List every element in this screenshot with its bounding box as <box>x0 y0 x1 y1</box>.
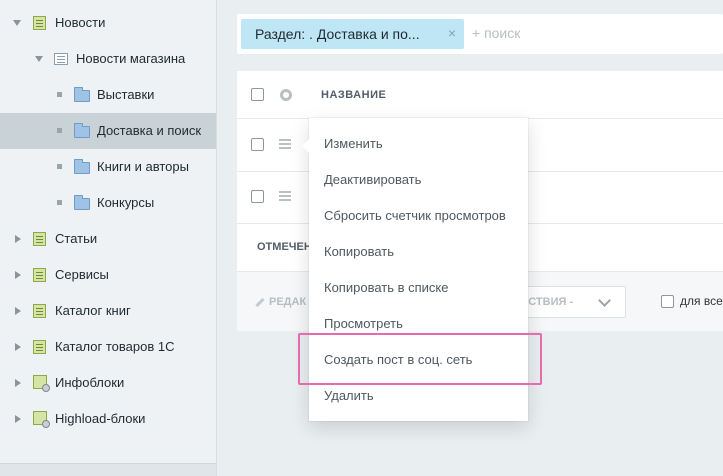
menu-item-reset-views[interactable]: Сбросить счетчик просмотров <box>324 208 506 223</box>
row-context-menu: Изменить Деактивировать Сбросить счетчик… <box>302 118 528 421</box>
sidebar-item-contests[interactable]: Конкурсы <box>0 185 216 221</box>
sidebar: Новости Новости магазина Выставки Достав… <box>0 0 217 476</box>
search-input[interactable]: + поиск <box>472 25 520 41</box>
sidebar-item-shop-news[interactable]: Новости магазина <box>0 41 216 77</box>
filter-bar: Раздел: . Доставка и по... × + поиск <box>237 14 723 54</box>
select-all-checkbox[interactable] <box>251 88 264 101</box>
sidebar-item-1c-catalog[interactable]: Каталог товаров 1С <box>0 329 216 365</box>
sidebar-item-label: Инфоблоки <box>55 375 125 390</box>
sidebar-item-services[interactable]: Сервисы <box>0 257 216 293</box>
collapse-arrow-icon[interactable] <box>15 307 21 315</box>
doc-icon <box>33 232 46 246</box>
grid-header: НАЗВАНИЕ <box>237 71 723 119</box>
menu-item-view[interactable]: Просмотреть <box>324 316 403 331</box>
bullet-icon <box>57 200 62 205</box>
folder-icon <box>74 159 90 174</box>
settings-doc-icon <box>33 411 50 428</box>
row-menu-icon[interactable] <box>279 191 291 193</box>
bullet-icon <box>57 128 62 133</box>
sidebar-item-label: Статьи <box>55 231 98 246</box>
sidebar-item-label: Highload-блоки <box>55 411 146 426</box>
for-all-checkbox[interactable] <box>661 295 674 309</box>
sidebar-item-label: Каталог книг <box>55 303 131 318</box>
expand-arrow-icon[interactable] <box>35 56 43 62</box>
menu-item-copy[interactable]: Копировать <box>324 244 394 259</box>
for-all-label: для все <box>680 294 723 308</box>
folder-icon <box>74 195 90 210</box>
selected-count-label: ОТМЕЧЕН <box>257 241 312 253</box>
doc-icon <box>33 268 46 282</box>
sidebar-item-infoblocks[interactable]: Инфоблоки <box>0 365 216 401</box>
list-icon <box>54 53 68 65</box>
bullet-icon <box>57 92 62 97</box>
edit-button[interactable]: РЕДАК <box>255 296 306 308</box>
sidebar-item-book-catalog[interactable]: Каталог книг <box>0 293 216 329</box>
close-icon[interactable]: × <box>448 25 456 41</box>
menu-item-copy-in-list[interactable]: Копировать в списке <box>324 280 449 295</box>
sidebar-item-exhibitions[interactable]: Выставки <box>0 77 216 113</box>
row-menu-icon[interactable] <box>279 139 291 141</box>
collapse-arrow-icon[interactable] <box>15 415 21 423</box>
sidebar-item-news[interactable]: Новости <box>0 5 216 41</box>
settings-doc-icon <box>33 375 50 392</box>
filter-chip-section[interactable]: Раздел: . Доставка и по... × <box>241 19 464 49</box>
chevron-down-icon <box>598 294 611 307</box>
sidebar-item-label: Доставка и поиск <box>97 123 202 138</box>
sidebar-item-label: Выставки <box>97 87 155 102</box>
sidebar-item-label: Сервисы <box>55 267 109 282</box>
sidebar-item-label: Каталог товаров 1С <box>55 339 175 354</box>
row-checkbox[interactable] <box>251 190 264 203</box>
folder-icon <box>74 87 90 102</box>
expand-arrow-icon[interactable] <box>13 20 21 26</box>
sidebar-item-highload[interactable]: Highload-блоки <box>0 401 216 437</box>
sidebar-item-articles[interactable]: Статьи <box>0 221 216 257</box>
sidebar-item-label: Новости <box>55 15 106 30</box>
sidebar-item-label: Конкурсы <box>97 195 155 210</box>
sidebar-item-label: Книги и авторы <box>97 159 189 174</box>
edit-button-label: РЕДАК <box>269 296 307 308</box>
menu-item-deactivate[interactable]: Деактивировать <box>324 172 421 187</box>
menu-item-edit[interactable]: Изменить <box>324 136 383 151</box>
filter-chip-label: Раздел: . Доставка и по... <box>255 26 420 42</box>
menu-item-delete[interactable]: Удалить <box>324 388 374 403</box>
sidebar-scroll-strip[interactable] <box>0 463 216 476</box>
sidebar-item-delivery[interactable]: Доставка и поиск <box>0 113 216 149</box>
collapse-arrow-icon[interactable] <box>15 235 21 243</box>
menu-item-create-social-post[interactable]: Создать пост в соц. сеть <box>324 352 472 367</box>
doc-icon <box>33 340 46 354</box>
gear-icon[interactable] <box>280 89 292 101</box>
doc-icon <box>33 304 46 318</box>
news-icon <box>33 16 46 30</box>
sidebar-item-books-authors[interactable]: Книги и авторы <box>0 149 216 185</box>
for-all-toggle[interactable]: для все <box>661 294 723 309</box>
column-title-name[interactable]: НАЗВАНИЕ <box>321 89 386 101</box>
pencil-icon <box>255 297 265 307</box>
row-checkbox[interactable] <box>251 138 264 151</box>
collapse-arrow-icon[interactable] <box>15 271 21 279</box>
sidebar-item-label: Новости магазина <box>76 51 186 66</box>
folder-icon <box>74 123 90 138</box>
collapse-arrow-icon[interactable] <box>15 343 21 351</box>
collapse-arrow-icon[interactable] <box>15 379 21 387</box>
bullet-icon <box>57 164 62 169</box>
